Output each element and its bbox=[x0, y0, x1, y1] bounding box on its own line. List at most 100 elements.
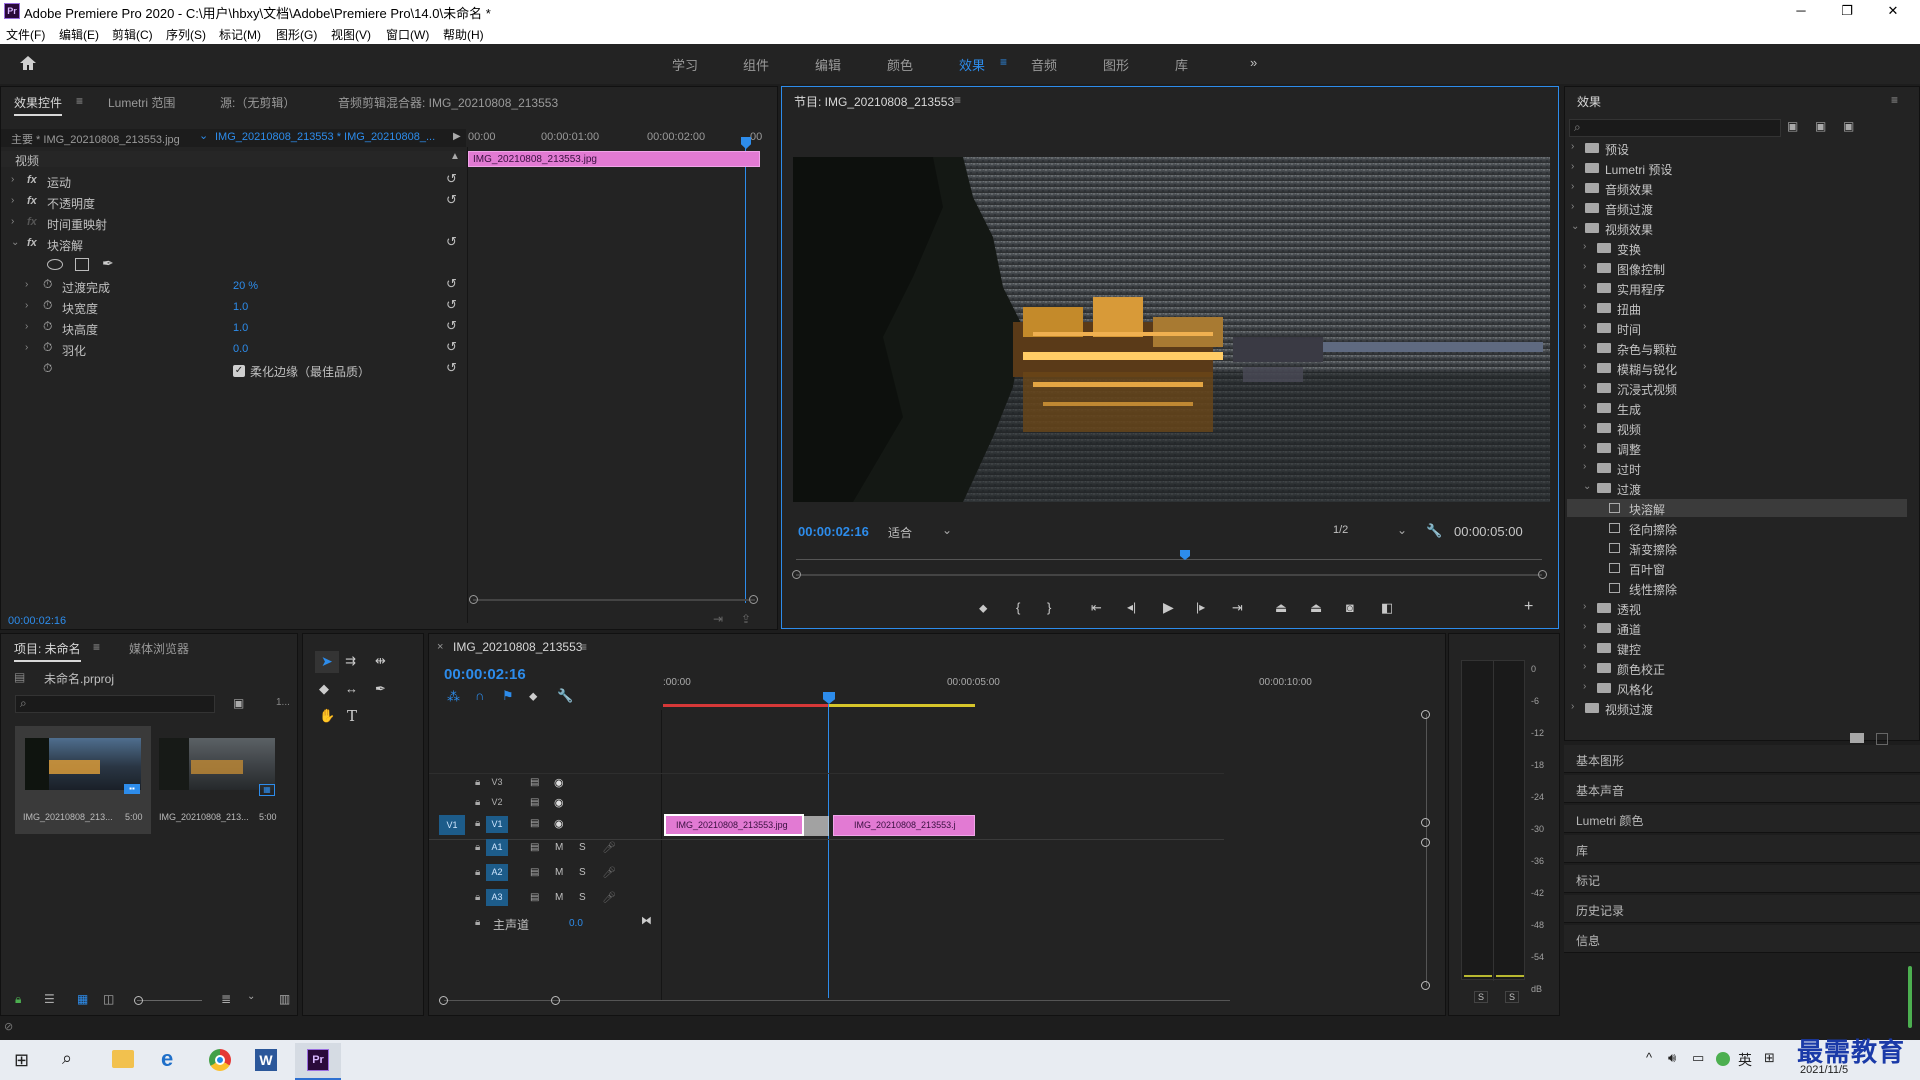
lift-icon[interactable]: ⏏ bbox=[1275, 600, 1287, 616]
scroll-handle-left[interactable] bbox=[792, 570, 801, 579]
scroll-handle-left[interactable] bbox=[469, 595, 478, 604]
snap-icon[interactable]: ∩ bbox=[475, 688, 484, 703]
expand-icon[interactable]: › bbox=[11, 216, 14, 227]
timeline-playhead[interactable] bbox=[823, 692, 835, 704]
yuv-effects-icon[interactable]: ▣ bbox=[1843, 119, 1854, 133]
program-timecode[interactable]: 00:00:02:16 bbox=[798, 524, 869, 539]
expand-icon[interactable]: › bbox=[1583, 241, 1586, 252]
scroll-handle-left[interactable] bbox=[439, 996, 448, 1005]
timeline-clip[interactable]: IMG_20210808_213553.j bbox=[833, 815, 975, 836]
effect-time-remap[interactable]: 时间重映射 bbox=[47, 216, 107, 233]
scroll-handle-top[interactable] bbox=[1421, 710, 1430, 719]
tab-source[interactable]: 源:（无剪辑） bbox=[220, 94, 295, 111]
expand-icon[interactable]: › bbox=[1583, 381, 1586, 392]
camera-icon[interactable]: ◙ bbox=[1346, 600, 1354, 615]
expand-icon[interactable]: › bbox=[1583, 301, 1586, 312]
reset-icon[interactable]: ↺ bbox=[446, 318, 457, 334]
fx-icon[interactable]: fx bbox=[27, 195, 37, 207]
accelerated-effects-icon[interactable]: ▣ bbox=[1787, 119, 1798, 133]
effect-item[interactable]: 渐变擦除 bbox=[1567, 539, 1907, 557]
linked-selection-icon[interactable]: ⚑ bbox=[502, 688, 514, 704]
eye-icon[interactable]: ◉ bbox=[554, 776, 564, 789]
expand-icon[interactable]: › bbox=[1583, 401, 1586, 412]
ellipse-mask-icon[interactable] bbox=[47, 259, 63, 270]
ec-ruler[interactable]: 00:00 00:00:01:00 00:00:02:00 00 bbox=[468, 129, 768, 147]
meter-scrollbar[interactable] bbox=[1908, 966, 1912, 1028]
go-to-in-icon[interactable]: ⇤ bbox=[1091, 600, 1102, 616]
expand-icon[interactable]: › bbox=[1583, 681, 1586, 692]
scroll-handle-right[interactable] bbox=[749, 595, 758, 604]
reset-icon[interactable]: ↺ bbox=[446, 339, 457, 355]
zoom-slider-handle[interactable] bbox=[134, 996, 143, 1005]
chevron-down-icon[interactable]: ⌄ bbox=[247, 991, 255, 1002]
microphone-icon[interactable]: 🎤︎ bbox=[602, 891, 616, 904]
home-icon[interactable] bbox=[18, 54, 38, 72]
effects-folder[interactable]: › 透视 bbox=[1567, 599, 1907, 617]
effects-folder[interactable]: ⌄ 视频效果 bbox=[1567, 219, 1907, 237]
effects-folder[interactable]: › 杂色与颗粒 bbox=[1567, 339, 1907, 357]
expand-icon[interactable]: › bbox=[11, 174, 14, 185]
expand-icon[interactable]: › bbox=[1583, 441, 1586, 452]
track-label[interactable]: A1 bbox=[486, 839, 508, 856]
scroll-handle-mid[interactable] bbox=[1421, 838, 1430, 847]
ec-timecode[interactable]: 00:00:02:16 bbox=[8, 615, 66, 627]
razor-icon[interactable]: ◆ bbox=[319, 681, 329, 697]
tab-media-browser[interactable]: 媒体浏览器 bbox=[129, 640, 189, 657]
effect-item[interactable]: 块溶解 bbox=[1567, 499, 1907, 517]
panel-menu-icon[interactable]: ≡ bbox=[580, 640, 587, 654]
scroll-handle-mid2[interactable] bbox=[1421, 818, 1430, 827]
tab-audio-clip-mixer[interactable]: 音频剪辑混合器: IMG_20210808_213553 bbox=[338, 94, 558, 111]
selection-tool[interactable]: ➤ bbox=[315, 651, 339, 673]
close-tab-icon[interactable]: × bbox=[437, 641, 443, 653]
reset-icon[interactable]: ↺ bbox=[446, 234, 457, 250]
stopwatch-icon[interactable]: ⏱ bbox=[43, 298, 52, 313]
new-bin-icon[interactable]: ▣ bbox=[233, 696, 244, 710]
expand-icon[interactable]: › bbox=[1583, 461, 1586, 472]
effects-folder[interactable]: › 视频 bbox=[1567, 419, 1907, 437]
panel-menu-icon[interactable]: ≡ bbox=[954, 93, 961, 107]
go-to-out-icon[interactable]: ⇥ bbox=[1232, 600, 1243, 616]
lock-icon[interactable]: 🔒︎ bbox=[475, 892, 480, 903]
timeline-v-scrollbar[interactable] bbox=[1426, 714, 1427, 986]
security-icon[interactable] bbox=[1716, 1052, 1730, 1066]
transition-block[interactable] bbox=[804, 816, 829, 836]
lock-icon[interactable]: 🔒︎ bbox=[475, 777, 480, 788]
lock-icon[interactable]: 🔒︎ bbox=[475, 867, 480, 878]
expand-icon[interactable]: › bbox=[1583, 661, 1586, 672]
tray-chevron-icon[interactable]: ^ bbox=[1646, 1050, 1652, 1065]
effects-folder[interactable]: › 风格化 bbox=[1567, 679, 1907, 697]
close-button[interactable]: ✕ bbox=[1870, 0, 1916, 22]
microphone-icon[interactable]: 🎤︎ bbox=[602, 866, 616, 879]
effects-folder[interactable]: › 实用程序 bbox=[1567, 279, 1907, 297]
soft-edge-checkbox[interactable]: ✓ bbox=[233, 365, 245, 377]
step-forward-icon[interactable]: |▸ bbox=[1196, 600, 1205, 614]
collapsed-panel-tab[interactable]: 基本图形 bbox=[1564, 745, 1920, 773]
effects-search-input[interactable]: ⌕ bbox=[1569, 119, 1781, 137]
effect-motion[interactable]: 运动 bbox=[47, 174, 71, 191]
play-icon[interactable]: ▶ bbox=[1163, 599, 1174, 616]
project-search-input[interactable]: ⌕ bbox=[15, 695, 215, 713]
sync-lock-icon[interactable]: ▤ bbox=[530, 818, 539, 829]
scroll-handle-right[interactable] bbox=[551, 996, 560, 1005]
tab-project[interactable]: 项目: 未命名 bbox=[14, 640, 81, 662]
master-volume-value[interactable]: 0.0 bbox=[569, 918, 583, 929]
expand-icon[interactable]: › bbox=[1571, 161, 1574, 172]
file-explorer-icon[interactable] bbox=[112, 1050, 134, 1068]
expand-icon[interactable]: › bbox=[1583, 641, 1586, 652]
workspace-menu-icon[interactable]: ≡ bbox=[1000, 55, 1007, 69]
type-tool-icon[interactable]: T bbox=[347, 707, 357, 725]
timeline-h-scrollbar[interactable] bbox=[444, 1000, 1230, 1001]
project-item[interactable]: ▦ IMG_20210808_213... 5:00 bbox=[153, 726, 283, 834]
sync-lock-icon[interactable]: ▤ bbox=[530, 777, 539, 788]
wrench-icon[interactable]: 🔧 bbox=[1426, 523, 1442, 539]
zoom-scrollbar[interactable] bbox=[796, 574, 1542, 576]
filter-icon[interactable]: ⇥ bbox=[713, 612, 723, 626]
menu-graphics[interactable]: 图形(G) bbox=[276, 26, 317, 43]
panel-menu-icon[interactable]: ≡ bbox=[1891, 93, 1898, 107]
effects-folder[interactable]: › 扭曲 bbox=[1567, 299, 1907, 317]
mute-button[interactable]: M bbox=[555, 892, 563, 903]
extract-icon[interactable]: ⏏ bbox=[1310, 600, 1322, 616]
effects-folder[interactable]: › 生成 bbox=[1567, 399, 1907, 417]
solo-button[interactable]: S bbox=[579, 867, 586, 878]
collapsed-panel-tab[interactable]: 基本声音 bbox=[1564, 775, 1920, 803]
